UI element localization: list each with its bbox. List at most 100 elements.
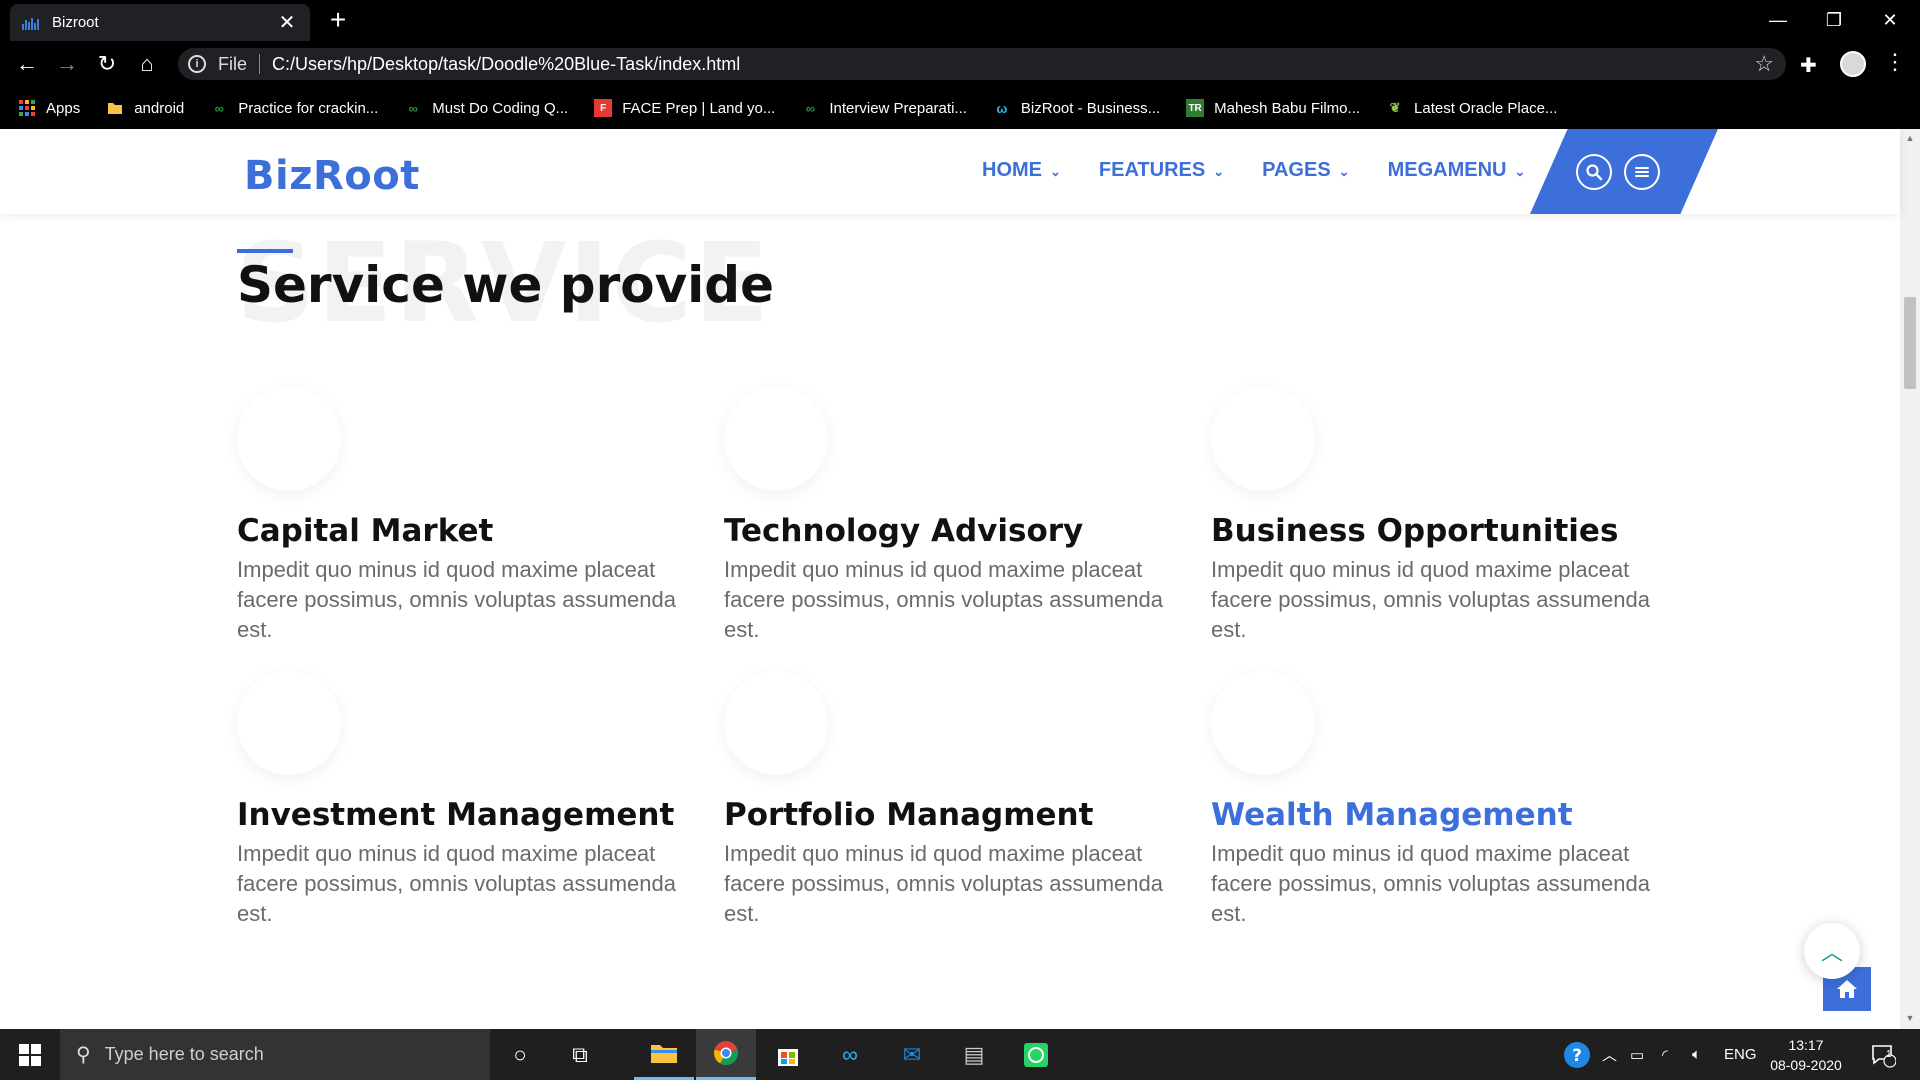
svg-text:?: ? (1572, 1046, 1582, 1066)
service-title[interactable]: Capital Market (237, 513, 707, 549)
window-close-icon[interactable]: ✕ (1862, 0, 1918, 41)
bookmark-practice[interactable]: ∞ Practice for crackin... (210, 99, 379, 117)
service-card-portfolio-managment[interactable]: Portfolio Managment Impedit quo minus id… (724, 671, 1194, 929)
cortana-icon[interactable]: ○ (490, 1029, 550, 1080)
new-tab-plus-icon[interactable]: + (324, 6, 352, 34)
service-icon-circle (724, 387, 828, 491)
whatsapp-icon[interactable] (1006, 1029, 1066, 1080)
taskbar-search[interactable]: ⚲ Type here to search (60, 1029, 490, 1080)
bookmark-label: BizRoot - Business... (1020, 99, 1161, 117)
bizroot-favicon-icon (22, 16, 40, 30)
windows-taskbar: ⚲ Type here to search ○ ⧉ ∞ ✉ ▤ ? ︿ ▭ ◜ … (0, 1029, 1920, 1080)
file-explorer-icon[interactable] (634, 1029, 694, 1080)
bookmark-oracle[interactable]: ❦ Latest Oracle Place... (1386, 99, 1558, 117)
battery-icon[interactable]: ▭ (1630, 1029, 1644, 1080)
service-icon-circle (724, 671, 828, 775)
bookmark-bizroot[interactable]: ω BizRoot - Business... (993, 99, 1160, 117)
service-card-capital-market[interactable]: Capital Market Impedit quo minus id quod… (237, 387, 707, 645)
service-card-business-opportunities[interactable]: Business Opportunities Impedit quo minus… (1211, 387, 1681, 645)
tr-icon: TR (1186, 99, 1205, 117)
back-arrow-icon[interactable]: ← (12, 49, 42, 79)
chrome-icon[interactable] (696, 1029, 756, 1080)
restore-icon[interactable]: ❐ (1806, 0, 1862, 41)
nav-features[interactable]: FEATURES ⌄ (1099, 159, 1224, 182)
page-scrollbar[interactable]: ▲ ▼ (1900, 129, 1920, 1029)
service-title[interactable]: Investment Management (237, 797, 707, 833)
search-icon: ⚲ (76, 1044, 91, 1066)
gfg-icon: ∞ (805, 100, 815, 116)
bookmark-label: Mahesh Babu Filmo... (1214, 99, 1361, 117)
bookmark-star-icon[interactable]: ☆ (1754, 51, 1774, 77)
chevron-up-icon: ︿ (1820, 940, 1843, 965)
tab-close-icon[interactable]: ✕ (276, 10, 298, 35)
house-icon (1837, 980, 1857, 998)
forward-arrow-icon[interactable]: → (52, 49, 82, 79)
bookmark-label: Must Do Coding Q... (432, 99, 569, 117)
scroll-up-arrow-icon[interactable]: ▲ (1904, 133, 1916, 143)
bookmark-android[interactable]: android (106, 99, 184, 117)
faceprep-icon: F (594, 99, 613, 117)
nav-label: HOME (982, 159, 1042, 181)
system-clock[interactable]: 13:17 08-09-2020 (1762, 1035, 1850, 1075)
site-search-button[interactable] (1576, 154, 1612, 190)
service-card-technology-advisory[interactable]: Technology Advisory Impedit quo minus id… (724, 387, 1194, 645)
language-indicator[interactable]: ENG (1724, 1029, 1757, 1080)
apps-grid-icon (18, 99, 36, 117)
service-title[interactable]: Portfolio Managment (724, 797, 1194, 833)
bookmark-apps[interactable]: Apps (18, 99, 80, 117)
photos-icon[interactable]: ▤ (944, 1029, 1004, 1080)
nav-pages[interactable]: PAGES ⌄ (1262, 159, 1349, 182)
action-center-icon[interactable]: 1 (1870, 1029, 1896, 1080)
browser-tab-active[interactable]: Bizroot ✕ (10, 4, 310, 41)
bookmark-label: android (134, 99, 185, 117)
reload-icon[interactable]: ↻ (92, 49, 122, 79)
store-icon[interactable] (758, 1029, 818, 1080)
profile-avatar[interactable] (1840, 51, 1866, 77)
service-description: Impedit quo minus id quod maxime placeat… (237, 557, 676, 642)
browser-toolbar: ← → ↻ ⌂ i File C:/Users/hp/Desktop/task/… (0, 41, 1920, 87)
chevron-down-icon: ⌄ (1213, 163, 1225, 179)
section-title: Service we provide (237, 256, 775, 314)
windows-logo-icon (19, 1043, 41, 1066)
service-card-wealth-management[interactable]: Wealth Management Impedit quo minus id q… (1211, 671, 1681, 929)
taskbar-search-placeholder: Type here to search (104, 1044, 264, 1064)
nav-label: PAGES (1262, 159, 1331, 181)
minimize-icon[interactable]: — (1750, 0, 1806, 41)
notification-count: 1 (1886, 1049, 1892, 1060)
service-description: Impedit quo minus id quod maxime placeat… (724, 841, 1163, 926)
bookmark-must-do[interactable]: ∞ Must Do Coding Q... (404, 99, 569, 117)
service-description: Impedit quo minus id quod maxime placeat… (237, 841, 676, 926)
scroll-down-arrow-icon[interactable]: ▼ (1904, 1013, 1916, 1023)
chevron-down-icon: ⌄ (1050, 163, 1061, 179)
address-bar[interactable]: i File C:/Users/hp/Desktop/task/Doodle%2… (178, 48, 1786, 80)
volume-icon[interactable]: 🔈︎ (1692, 1029, 1701, 1080)
chevron-down-icon: ⌄ (1514, 163, 1526, 179)
service-icon-circle (237, 671, 341, 775)
bookmark-interview[interactable]: ∞ Interview Preparati... (801, 99, 967, 117)
bookmark-label: Latest Oracle Place... (1414, 99, 1558, 117)
site-menu-button[interactable] (1624, 154, 1660, 190)
start-button[interactable] (0, 1029, 60, 1080)
task-view-icon[interactable]: ⧉ (550, 1029, 610, 1080)
service-title[interactable]: Business Opportunities (1211, 513, 1681, 549)
scrollbar-thumb[interactable] (1904, 297, 1916, 389)
site-logo[interactable]: BizRoot (244, 153, 420, 199)
service-title-hovered[interactable]: Wealth Management (1211, 797, 1681, 833)
nav-megamenu[interactable]: MEGAMENU ⌄ (1388, 159, 1526, 182)
scroll-to-top-button[interactable]: ︿ (1804, 923, 1860, 979)
url-text[interactable]: C:/Users/hp/Desktop/task/Doodle%20Blue-T… (272, 54, 1754, 75)
extensions-puzzle-icon[interactable]: ✚ (1800, 53, 1817, 78)
home-icon[interactable]: ⌂ (132, 49, 162, 79)
service-title[interactable]: Technology Advisory (724, 513, 1194, 549)
site-info-icon[interactable]: i (188, 55, 206, 73)
arduino-icon[interactable]: ∞ (820, 1029, 880, 1080)
wifi-icon[interactable]: ◜ (1662, 1029, 1668, 1080)
nav-home[interactable]: HOME ⌄ (982, 159, 1061, 182)
browser-menu-icon[interactable]: ⋮ (1884, 49, 1906, 75)
bookmark-mahesh[interactable]: TR Mahesh Babu Filmo... (1186, 99, 1360, 117)
bookmark-faceprep[interactable]: F FACE Prep | Land yo... (594, 99, 775, 117)
service-card-investment-management[interactable]: Investment Management Impedit quo minus … (237, 671, 707, 929)
mail-icon[interactable]: ✉ (882, 1029, 942, 1080)
help-icon[interactable]: ? (1562, 1029, 1592, 1080)
show-hidden-icons-chevron-icon[interactable]: ︿ (1602, 1029, 1617, 1080)
